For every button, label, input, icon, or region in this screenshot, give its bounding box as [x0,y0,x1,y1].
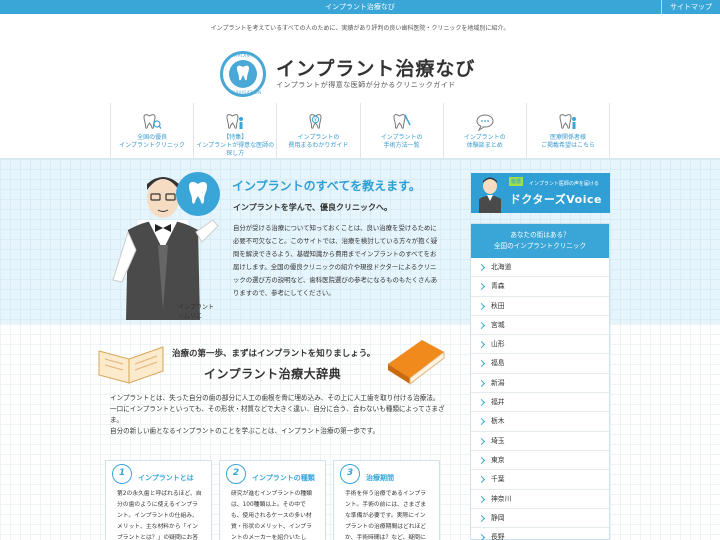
banner-tag: 厳選 [509,177,524,186]
open-book-icon [98,346,164,384]
section-body: インプラントとは、失った自分の歯の部分に人工の歯根を骨に埋め込み、その上に人工歯… [110,393,445,437]
nav-item-surgery[interactable]: インプラントの 手術方法一覧 [359,103,443,163]
tooth-bubble-icon [176,172,220,216]
nav-item-cost[interactable]: ¥ インプラントの 費用まるわかりガイド [276,103,359,163]
top-bar: インプラント治療なび サイトマップ [0,0,720,14]
nav-item-feature[interactable]: 【特集】 インプラントが得意な医師の 探し方 [193,103,276,163]
card-number: 1 [112,464,132,484]
banner-subtitle: インプラント医師の声を届ける [529,181,599,187]
card-number: 2 [226,464,246,484]
nav-item-reviews[interactable]: インプラントの 体験談まとめ [442,103,526,163]
nav-item-listing[interactable]: 医療関係者様 ご掲載希望はこちら [525,103,611,163]
global-nav: 全国の優良 インプラントクリニック 【特集】 インプラントが得意な医師の 探し方… [110,103,611,163]
hero-subtitle: インプラントを学んで、優良クリニックへ。 [233,203,393,212]
card-title[interactable]: 治療期間 [366,473,394,483]
card-title[interactable]: インプラントとは [138,473,194,483]
card-title[interactable]: インプラントの種類 [252,473,315,483]
sommelier-mini-icon [479,177,501,213]
closed-book-icon [388,340,445,386]
character-caption: インプラント ソムリエ [178,304,214,320]
site-logo[interactable]: IMPLANT NAVIGATION [220,51,266,97]
site-header: インプラントを考えているすべての人のために、実績があり評判の良い歯科医院・クリニ… [0,14,720,163]
topic-card[interactable]: 1 インプラントとは 第2の永久歯と呼ばれるほど、自分の歯のように使えるインプラ… [105,460,212,540]
tooth-tool-icon [393,114,411,129]
region-item[interactable]: 新潟 [471,374,609,394]
nav-label: インプラントの 体験談まとめ [463,134,506,149]
logo-ring-text-bottom: NAVIGATION [232,90,262,95]
nav-item-clinics[interactable]: 全国の優良 インプラントクリニック [110,103,193,163]
logo-title[interactable]: インプラント治療なび [276,54,475,81]
nav-label: インプラントの 費用まるわかりガイド [288,134,349,149]
region-item[interactable]: 栃木 [471,412,609,432]
region-header-line1: あなたの街はある？ [510,231,570,239]
sitemap-link[interactable]: サイトマップ [661,0,712,14]
region-item[interactable]: 福島 [471,354,609,374]
region-item[interactable]: 静岡 [471,509,609,529]
card-number: 3 [340,464,360,484]
banner-title: ドクターズVoice [509,193,602,206]
region-item[interactable]: 埼玉 [471,432,609,451]
region-header-line2: 全国のインプラントクリニック [493,242,587,250]
tooth-staff-icon [559,114,576,129]
section-body-line: 自分の新しい歯となるインプラントのことを学ぶことは、インプラント治療の第一歩です… [110,427,380,435]
tooth-yen-icon: ¥ [309,114,322,129]
logo-subtitle: インプラントが得意な医師が分かるクリニックガイド [276,81,456,89]
hero-body: 自分が受ける治療について知っておくことは、良い治療を受けるために必要不可欠なこと… [233,224,438,297]
region-item[interactable]: 神奈川 [471,490,609,509]
region-item[interactable]: 北海道 [471,258,609,278]
region-item[interactable]: 青森 [471,277,609,297]
speech-bubble-icon [476,114,494,131]
card-body: 手術を伴う治療であるインプラント。手術の前には、さまざまな準備が必要です。実際に… [345,491,427,540]
card-body: 第2の永久歯と呼ばれるほど、自分の歯のように使えるインプラント。インプラントの仕… [117,491,202,540]
section-lead: 治療の第一歩、まずはインプラントを知りましょう。 [172,349,376,359]
region-header: あなたの街はある？ 全国のインプラントクリニック [471,224,609,258]
logo-ring-text: IMPLANT [232,53,254,58]
tooth-search-icon [143,114,162,129]
svg-text:¥: ¥ [314,118,317,124]
region-item[interactable]: 山形 [471,335,609,355]
topic-cards: 1 インプラントとは 第2の永久歯と呼ばれるほど、自分の歯のように使えるインプラ… [105,460,440,540]
nav-label: 医療関係者様 ご掲載希望はこちら [540,134,595,149]
region-item[interactable]: 東京 [471,451,609,471]
topic-card[interactable]: 2 インプラントの種類 研究が進むインプラントの種類は、100種類以上。その中で… [219,460,326,540]
region-item[interactable]: 宮城 [471,316,609,336]
nav-label: 全国の優良 インプラントクリニック [119,134,185,149]
tooth-logo-icon [229,60,257,88]
section-body-line: 一口にインプラントといっても、その形状・材質などで大きく違い、自分に合う、合わな… [110,405,445,424]
section-title: インプラント治療大辞典 [204,367,342,381]
section-body-line: インプラントとは、失った自分の歯の部分に人工の歯根を骨に埋め込み、その上に人工歯… [110,394,440,402]
card-body: 研究が進むインプラントの種類は、100種類以上。その中でも、使用されるケースの多… [231,491,312,540]
region-item[interactable]: 秋田 [471,297,609,316]
region-item[interactable]: 千葉 [471,470,609,490]
nav-label: インプラントの 手術方法一覧 [380,134,423,149]
topic-card[interactable]: 3 治療期間 手術を伴う治療であるインプラント。手術の前には、さまざまな準備が必… [333,460,440,540]
tooth-doctor-icon [226,114,244,129]
hero-title: インプラントのすべてを教えます。 [232,179,421,193]
tagline: インプラントを考えているすべての人のために、実績があり評判の良い歯科医院・クリニ… [210,25,510,32]
region-item[interactable]: 長野 [471,528,609,540]
nav-label: 【特集】 インプラントが得意な医師の 探し方 [196,134,275,157]
site-title-bar: インプラント治療なび [325,3,395,11]
region-list: あなたの街はある？ 全国のインプラントクリニック 北海道 青森 秋田 宮城 山形… [470,223,610,540]
region-item[interactable]: 福井 [471,393,609,413]
doctors-voice-banner[interactable]: 厳選 インプラント医師の声を届ける ドクターズVoice [471,173,610,213]
